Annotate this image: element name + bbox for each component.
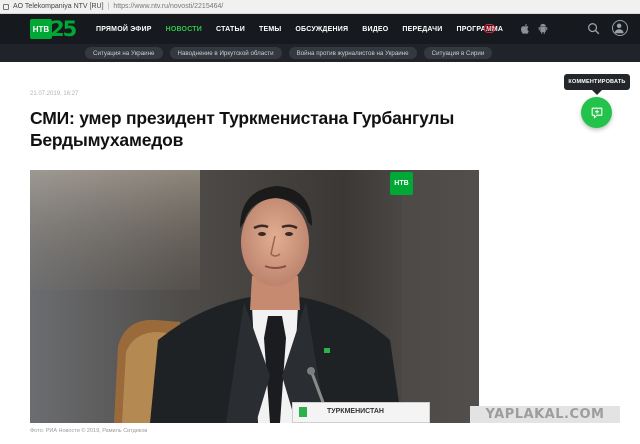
nav-item-5[interactable]: ВИДЕО — [362, 26, 388, 33]
nav-item-6[interactable]: ПЕРЕДАЧИ — [402, 26, 442, 33]
watermark: YAPLAKAL.COM — [470, 406, 620, 423]
nav-item-2[interactable]: СТАТЬИ — [216, 26, 245, 33]
nav-item-3[interactable]: ТЕМЫ — [259, 26, 281, 33]
site-header: НТВ 25 ПРЯМОЙ ЭФИР НОВОСТИ СТАТЬИ ТЕМЫ ОБСУЖ… — [0, 14, 640, 44]
trending-topics-bar: Ситуация на Украине Наводнение в Иркутско… — [0, 44, 640, 62]
tooltip-arrow — [592, 90, 602, 95]
nav-item-7[interactable]: ПРОГРАММА — [457, 26, 504, 33]
topic-tag-0[interactable]: Ситуация на Украине — [85, 47, 163, 59]
url-text[interactable]: https://www.ntv.ru/novosti/2215464/ — [113, 3, 223, 10]
photo-caption: Фото: РИА Новости © 2019, Рамиль Ситдико… — [30, 428, 148, 434]
comment-button[interactable] — [581, 97, 612, 128]
lock-icon — [3, 3, 9, 10]
nav-item-4[interactable]: ОБСУЖДЕНИЯ — [295, 26, 348, 33]
flag-icon — [299, 407, 307, 417]
android-icon[interactable] — [538, 23, 548, 34]
apple-icon[interactable] — [521, 23, 530, 34]
topic-tag-1[interactable]: Наводнение в Иркутской области — [169, 47, 282, 59]
article-photo[interactable]: ТУРКМЕНИСТАН — [30, 170, 479, 423]
ntv-logo-anniversary: 25 — [50, 17, 77, 41]
comment-tooltip: КОММЕНТИРОВАТЬ — [564, 74, 630, 90]
ntv-photo-logo: НТВ — [390, 172, 413, 195]
article-date: 21.07.2019, 16:27 — [30, 91, 79, 97]
nameplate: ТУРКМЕНИСТАН — [292, 402, 430, 423]
nameplate-text: ТУРКМЕНИСТАН — [327, 408, 384, 415]
topic-tags: Ситуация на Украине Наводнение в Иркутско… — [0, 44, 499, 62]
photo-illustration — [30, 170, 479, 423]
ntv-logo-box: НТВ — [30, 19, 52, 39]
topic-tag-3[interactable]: Ситуация в Сирии — [423, 47, 493, 59]
browser-address-bar[interactable]: AO Telekompaniya NTV [RU] | https://www.… — [0, 0, 640, 14]
comment-add-icon — [591, 107, 602, 118]
site-identity[interactable]: AO Telekompaniya NTV [RU] — [13, 3, 104, 10]
separator: | — [107, 3, 110, 10]
age-rating-badge: 18+ — [484, 24, 495, 33]
nav-item-1[interactable]: НОВОСТИ — [166, 26, 202, 33]
article-headline: СМИ: умер президент Туркменистана Гурбан… — [30, 108, 455, 150]
ntv-logo[interactable]: НТВ 25 — [30, 17, 77, 41]
topic-tag-2[interactable]: Война против журналистов на Украине — [288, 47, 417, 59]
user-account-icon[interactable] — [612, 20, 628, 36]
main-navigation: ПРЯМОЙ ЭФИР НОВОСТИ СТАТЬИ ТЕМЫ ОБСУЖДЕНИЯ ВИ… — [96, 14, 517, 44]
search-icon[interactable] — [587, 22, 600, 35]
nav-item-0[interactable]: ПРЯМОЙ ЭФИР — [96, 26, 152, 33]
